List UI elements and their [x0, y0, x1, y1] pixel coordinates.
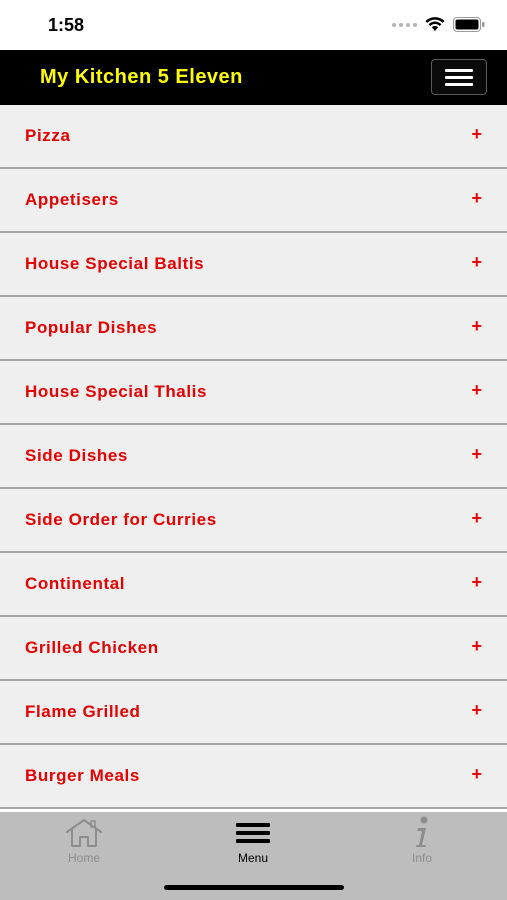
tab-label: Info	[411, 851, 432, 865]
menu-category-continental[interactable]: Continental +	[0, 553, 507, 617]
category-label: Appetisers	[25, 190, 119, 209]
expand-icon[interactable]: +	[471, 508, 482, 529]
category-label: House Special Baltis	[25, 254, 205, 273]
menu-category-grilled-chicken[interactable]: Grilled Chicken +	[0, 617, 507, 681]
menu-category-list: Pizza + Appetisers + House Special Balti…	[0, 105, 507, 812]
category-label: Burger Meals	[25, 766, 140, 785]
category-label: Pizza	[25, 126, 71, 145]
app-header: My Kitchen 5 Eleven	[0, 50, 507, 105]
expand-icon[interactable]: +	[471, 252, 482, 273]
tab-menu[interactable]: Menu	[198, 816, 308, 872]
wifi-icon	[425, 17, 445, 31]
expand-icon[interactable]: +	[471, 188, 482, 209]
expand-icon[interactable]: +	[471, 572, 482, 593]
menu-category-house-special-baltis[interactable]: House Special Baltis +	[0, 233, 507, 297]
tab-home[interactable]: Home	[29, 816, 139, 872]
hamburger-icon	[445, 68, 473, 72]
menu-category-flame-grilled[interactable]: Flame Grilled +	[0, 681, 507, 745]
menu-category-pizza[interactable]: Pizza +	[0, 105, 507, 169]
category-label: Continental	[25, 574, 126, 593]
category-label: Flame Grilled	[25, 702, 141, 721]
menu-category-side-order-for-curries[interactable]: Side Order for Curries +	[0, 489, 507, 553]
menu-category-appetisers[interactable]: Appetisers +	[0, 169, 507, 233]
category-label: Side Dishes	[25, 446, 128, 465]
status-icons	[392, 17, 485, 32]
info-icon	[416, 816, 428, 847]
battery-icon	[453, 17, 485, 32]
menu-category-side-dishes[interactable]: Side Dishes +	[0, 425, 507, 489]
category-label: House Special Thalis	[25, 382, 208, 401]
tab-label: Home	[67, 851, 100, 865]
tab-info[interactable]: Info	[367, 816, 477, 872]
home-icon	[66, 819, 102, 847]
expand-icon[interactable]: +	[471, 124, 482, 145]
category-label: Popular Dishes	[25, 318, 158, 337]
tab-label: Menu	[237, 851, 269, 865]
status-time: 1:58	[48, 15, 85, 35]
home-indicator	[164, 885, 344, 890]
expand-icon[interactable]: +	[471, 764, 482, 785]
menu-toggle-button[interactable]	[431, 59, 487, 95]
expand-icon[interactable]: +	[471, 316, 482, 337]
expand-icon[interactable]: +	[471, 444, 482, 465]
category-label: Grilled Chicken	[25, 638, 159, 657]
expand-icon[interactable]: +	[471, 380, 482, 401]
menu-category-burger-meals[interactable]: Burger Meals +	[0, 745, 507, 809]
category-label: Side Order for Curries	[25, 510, 217, 529]
signal-dots-icon	[392, 22, 417, 27]
expand-icon[interactable]: +	[471, 636, 482, 657]
status-bar: 1:58	[0, 0, 507, 50]
app-title: My Kitchen 5 Eleven	[40, 66, 243, 88]
menu-category-popular-dishes[interactable]: Popular Dishes +	[0, 297, 507, 361]
hamburger-icon	[236, 823, 270, 843]
expand-icon[interactable]: +	[471, 700, 482, 721]
menu-category-house-special-thalis[interactable]: House Special Thalis +	[0, 361, 507, 425]
